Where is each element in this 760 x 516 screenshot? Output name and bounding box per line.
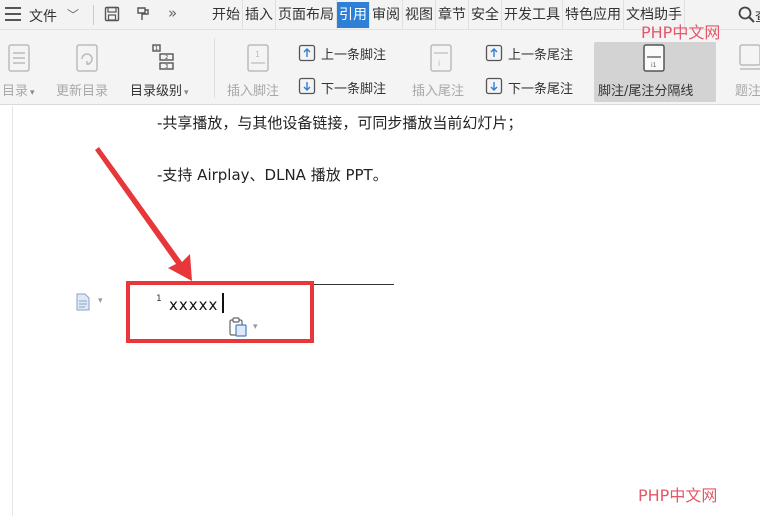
paste-options-icon[interactable] xyxy=(227,316,249,338)
search-icon[interactable] xyxy=(737,5,757,25)
tab-review[interactable]: 审阅 xyxy=(370,0,403,30)
prev-footnote-button[interactable]: 上一条脚注 xyxy=(321,44,386,63)
toc-icon xyxy=(8,44,30,72)
tab-features[interactable]: 特色应用 xyxy=(563,0,624,30)
tab-home[interactable]: 开始 xyxy=(210,0,243,30)
dropdown-icon: ▾ xyxy=(184,88,189,98)
separator-icon: i1 xyxy=(643,44,665,72)
caption-button[interactable]: 题注 xyxy=(735,80,760,99)
footnote-text[interactable]: xxxxx xyxy=(169,296,218,314)
tab-view[interactable]: 视图 xyxy=(403,0,436,30)
dropdown-icon[interactable]: ▾ xyxy=(98,296,103,306)
tab-page-layout[interactable]: 页面布局 xyxy=(276,0,337,30)
ribbon-tabs: 开始 插入 页面布局 引用 审阅 视图 章节 安全 开发工具 特色应用 文档助手 xyxy=(210,0,685,30)
more-tools-icon[interactable]: » xyxy=(168,4,177,22)
toc-level-icon: 1 2 3 xyxy=(152,44,174,70)
separator-label: 脚注/尾注分隔线 xyxy=(598,84,694,99)
dropdown-icon[interactable]: ▾ xyxy=(253,322,258,332)
prev-endnote-button[interactable]: 上一条尾注 xyxy=(508,44,573,63)
ribbon-divider xyxy=(214,38,215,98)
menu-icon[interactable] xyxy=(5,7,21,21)
search-label[interactable]: 查 xyxy=(755,6,760,25)
svg-text:3: 3 xyxy=(165,64,168,70)
dropdown-icon: ▾ xyxy=(30,88,35,98)
next-footnote-icon xyxy=(298,77,316,95)
text-cursor xyxy=(222,293,224,313)
toc-level-label: 目录级别 xyxy=(130,84,183,99)
footnote-number: 1 xyxy=(156,294,162,304)
insert-endnote-button[interactable]: 插入尾注 xyxy=(412,80,464,99)
toc-level-button[interactable]: 目录级别 ▾ xyxy=(130,80,189,99)
page-margin-line xyxy=(12,106,13,516)
watermark: PHP中文网 xyxy=(641,23,721,42)
save-icon[interactable] xyxy=(104,6,120,22)
tab-references[interactable]: 引用 xyxy=(337,2,370,28)
svg-text:1: 1 xyxy=(255,50,260,59)
prev-footnote-icon xyxy=(298,44,316,62)
insert-footnote-button[interactable]: 插入脚注 xyxy=(227,80,279,99)
next-footnote-button[interactable]: 下一条脚注 xyxy=(321,78,386,97)
menu-divider xyxy=(93,5,94,25)
toc-button[interactable]: 目录 ▾ xyxy=(2,80,35,99)
chevron-down-icon[interactable]: ﹀ xyxy=(67,6,79,23)
toc-label: 目录 xyxy=(2,84,29,99)
svg-text:i: i xyxy=(438,59,440,68)
caption-icon xyxy=(739,44,760,70)
next-endnote-icon xyxy=(485,77,503,95)
prev-endnote-icon xyxy=(485,44,503,62)
svg-text:2: 2 xyxy=(165,55,168,61)
tab-developer[interactable]: 开发工具 xyxy=(502,0,563,30)
paragraph-layout-icon[interactable] xyxy=(75,293,91,311)
insert-endnote-icon: i xyxy=(430,44,452,72)
tab-security[interactable]: 安全 xyxy=(469,0,502,30)
update-toc-button[interactable]: 更新目录 xyxy=(56,80,108,99)
body-text-line: -支持 Airplay、DLNA 播放 PPT。 xyxy=(157,166,388,184)
svg-text:1: 1 xyxy=(155,46,158,52)
tab-insert[interactable]: 插入 xyxy=(243,0,276,30)
tab-section[interactable]: 章节 xyxy=(436,0,469,30)
file-menu-label[interactable]: 文件 xyxy=(29,6,57,26)
svg-text:i1: i1 xyxy=(651,62,657,69)
watermark: PHP中文网 xyxy=(638,486,718,505)
highlight-box xyxy=(126,281,314,343)
format-painter-icon[interactable] xyxy=(135,6,151,22)
update-toc-icon xyxy=(76,44,98,72)
body-text-line: -共享播放，与其他设备链接，可同步播放当前幻灯片； xyxy=(157,114,523,132)
insert-footnote-icon: 1 xyxy=(247,44,269,72)
next-endnote-button[interactable]: 下一条尾注 xyxy=(508,78,573,97)
